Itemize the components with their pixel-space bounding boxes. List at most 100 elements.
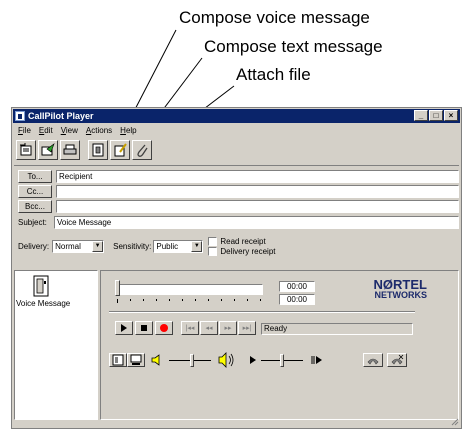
to-button[interactable]: To... [18, 170, 52, 183]
position-tick [117, 299, 118, 303]
phone-playback-button[interactable] [109, 353, 127, 367]
volume-high-icon [218, 352, 234, 368]
delivery-select[interactable]: Normal ▼ [52, 239, 105, 253]
status-bar [14, 418, 459, 426]
disconnect-phone-button[interactable] [387, 353, 407, 367]
compose-voice-button[interactable] [88, 140, 108, 160]
stop-icon [141, 325, 147, 331]
computer-playback-button[interactable] [127, 353, 145, 367]
time-length: 00:00 [279, 294, 315, 305]
nortel-logo: NØRTEL NETWORKS [327, 277, 428, 300]
skip-to-start-button[interactable]: |◂◂ [181, 321, 199, 335]
subject-field[interactable]: Voice Message [54, 216, 459, 229]
title-bar[interactable]: CallPilot Player _ □ × [13, 109, 460, 123]
delivery-receipt-label: Delivery receipt [220, 246, 276, 256]
hang-up-icon [391, 354, 404, 365]
menu-help[interactable]: Help [116, 125, 140, 137]
voice-message-attachment[interactable] [33, 275, 49, 299]
read-receipt-checkbox[interactable] [208, 236, 218, 246]
receipt-options: Read receipt Delivery receipt [208, 236, 276, 256]
position-thumb[interactable] [115, 280, 120, 296]
read-receipt-option[interactable]: Read receipt [208, 236, 275, 246]
phone-icon [112, 354, 124, 366]
position-tick [143, 299, 144, 301]
bcc-button[interactable]: Bcc... [18, 200, 52, 213]
time-position: 00:00 [279, 281, 315, 292]
rewind-icon: ◂◂ [205, 325, 213, 332]
to-row: To... Recipient [18, 170, 459, 183]
callpilot-window: CallPilot Player _ □ × File Edit View Ac… [11, 107, 462, 429]
app-icon [15, 111, 25, 121]
volume-thumb[interactable] [190, 354, 195, 367]
close-button[interactable]: × [444, 110, 458, 121]
cc-field[interactable] [56, 185, 459, 198]
fast-speed-icon [311, 356, 322, 364]
reply-button[interactable] [16, 140, 36, 160]
send-icon [41, 143, 55, 156]
print-button[interactable] [60, 140, 80, 160]
rewind-button[interactable]: ◂◂ [200, 321, 218, 335]
window-title: CallPilot Player [28, 111, 94, 121]
voice-message-icon [33, 275, 49, 297]
volume-low-icon [151, 354, 160, 366]
window-controls: _ □ × [414, 110, 458, 121]
compose-text-button[interactable] [110, 140, 130, 160]
minimize-button[interactable]: _ [414, 110, 428, 121]
delivery-receipt-checkbox[interactable] [208, 246, 218, 256]
computer-icon [130, 354, 142, 365]
status-display: Ready [261, 323, 413, 335]
record-button[interactable] [155, 321, 173, 335]
record-icon [160, 324, 168, 332]
position-tick [208, 299, 209, 301]
bcc-field[interactable] [56, 200, 459, 213]
attach-file-button[interactable] [132, 140, 152, 160]
skip-to-end-button[interactable]: ▸▸| [238, 321, 256, 335]
position-tick [169, 299, 170, 301]
chevron-down-icon[interactable]: ▼ [191, 240, 203, 252]
attach-file-icon [137, 144, 148, 157]
position-tick [195, 299, 196, 301]
subject-row: Subject: Voice Message [18, 216, 459, 229]
player-pane: 00:00 00:00 NØRTEL NETWORKS |◂◂ ◂◂ ▸▸ ▸▸… [100, 270, 459, 420]
skip-to-start-icon: |◂◂ [185, 325, 195, 332]
skip-to-end-icon: ▸▸| [242, 325, 252, 332]
menu-actions[interactable]: Actions [82, 125, 116, 137]
position-tick [260, 299, 261, 301]
fast-forward-button[interactable]: ▸▸ [219, 321, 237, 335]
play-icon [121, 324, 127, 332]
connect-phone-button[interactable] [363, 353, 383, 367]
message-header: To... Recipient Cc... Bcc... Subject: Vo… [14, 165, 459, 266]
logo-text-bottom: NETWORKS [374, 290, 428, 300]
phone-handset-icon [367, 358, 379, 365]
logo-text-top: NØRTEL [373, 277, 427, 292]
play-button[interactable] [115, 321, 133, 335]
compose-voice-icon [92, 143, 104, 157]
maximize-button[interactable]: □ [429, 110, 443, 121]
menu-view[interactable]: View [57, 125, 82, 137]
menu-edit[interactable]: Edit [35, 125, 57, 137]
position-tick [234, 299, 235, 301]
speed-thumb[interactable] [280, 354, 284, 367]
fast-forward-icon: ▸▸ [224, 325, 232, 332]
voice-message-label: Voice Message [16, 299, 71, 308]
bcc-row: Bcc... [18, 200, 459, 213]
compose-text-icon [114, 143, 127, 157]
cc-button[interactable]: Cc... [18, 185, 52, 198]
position-tick [221, 299, 222, 301]
position-tick [247, 299, 248, 301]
delivery-label: Delivery: [18, 241, 50, 251]
stop-button[interactable] [135, 321, 153, 335]
toolbar [16, 139, 152, 161]
print-icon [63, 144, 77, 155]
subject-label: Subject: [18, 218, 47, 227]
chevron-down-icon[interactable]: ▼ [92, 240, 104, 252]
sensitivity-select[interactable]: Public ▼ [153, 239, 204, 253]
resize-grip-icon[interactable] [451, 418, 459, 426]
menu-file[interactable]: File [14, 125, 35, 137]
delivery-receipt-option[interactable]: Delivery receipt [208, 246, 276, 256]
position-track[interactable] [115, 284, 263, 295]
send-button[interactable] [38, 140, 58, 160]
to-field[interactable]: Recipient [56, 170, 459, 183]
cc-row: Cc... [18, 185, 459, 198]
sensitivity-value: Public [156, 241, 179, 251]
